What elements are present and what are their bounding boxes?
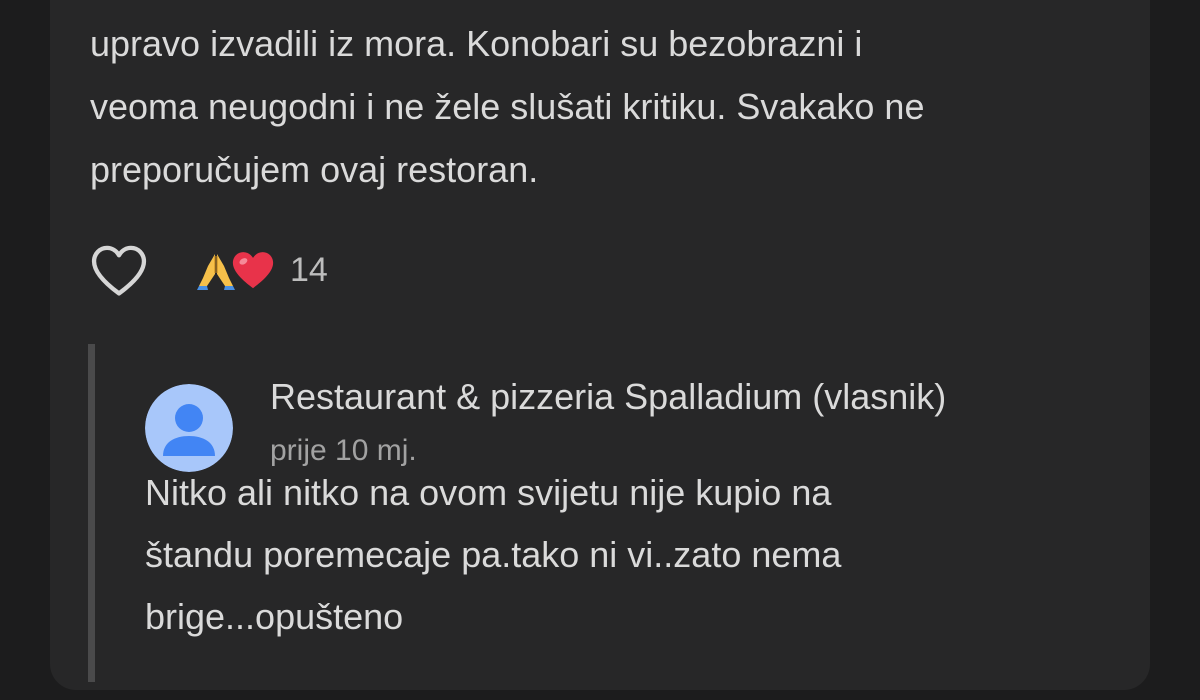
review-card: upravo izvadili iz mora. Konobari su bez… xyxy=(50,0,1150,690)
reaction-count: 14 xyxy=(290,250,328,289)
owner-avatar[interactable] xyxy=(145,384,233,472)
reply-indent-bar xyxy=(88,344,95,682)
reply-text: Nitko ali nitko na ovom svijetu nije kup… xyxy=(145,462,1045,648)
default-user-avatar-icon xyxy=(145,384,233,472)
review-text: upravo izvadili iz mora. Konobari su bez… xyxy=(90,12,1130,201)
reply-text-line: Nitko ali nitko na ovom svijetu nije kup… xyxy=(145,472,832,513)
review-text-line: preporučujem ovaj restoran. xyxy=(90,149,539,190)
heart-outline-icon xyxy=(91,245,147,296)
reaction-emojis xyxy=(194,248,276,292)
review-text-line: upravo izvadili iz mora. Konobari su bez… xyxy=(90,23,863,64)
review-text-line: veoma neugodni i ne žele slušati kritiku… xyxy=(90,86,925,127)
reply-text-line: brige...opušteno xyxy=(145,596,404,637)
like-button[interactable] xyxy=(86,240,152,300)
red-heart-icon xyxy=(232,252,274,289)
reaction-summary[interactable]: 14 xyxy=(194,248,328,292)
owner-name: Restaurant & pizzeria Spalladium (vlasni… xyxy=(270,376,947,417)
owner-reply: Restaurant & pizzeria Spalladium (vlasni… xyxy=(88,344,1128,682)
reactions-row: 14 xyxy=(86,240,328,300)
reply-text-line: štandu poremecaje pa.tako ni vi..zato ne… xyxy=(145,534,842,575)
